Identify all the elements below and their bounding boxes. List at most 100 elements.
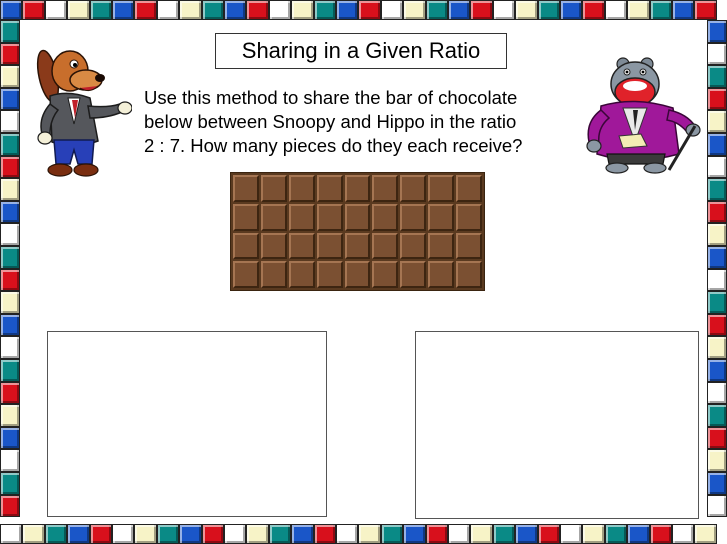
border-tile	[707, 449, 727, 472]
chocolate-piece	[456, 261, 482, 288]
dog-cartoon-icon	[36, 49, 132, 177]
border-tile	[0, 43, 20, 65]
chocolate-piece	[233, 261, 259, 288]
border-tile	[707, 404, 727, 427]
chocolate-piece	[344, 232, 371, 260]
chocolate-piece	[316, 232, 343, 260]
border-tile	[403, 0, 426, 20]
border-tile	[0, 336, 20, 359]
border-tile	[336, 0, 358, 20]
chocolate-piece	[400, 203, 427, 231]
chocolate-bar	[230, 172, 485, 291]
border-tile	[134, 0, 157, 20]
chocolate-piece	[456, 175, 482, 202]
border-tile	[627, 524, 650, 544]
chocolate-piece	[316, 261, 343, 288]
border-tile	[448, 0, 470, 20]
border-tile	[0, 246, 20, 269]
border-tile	[707, 382, 727, 404]
instructions-line-2: below between Snoopy and Hippo in the ra…	[144, 111, 517, 132]
border-tile	[560, 0, 582, 20]
instructions-line-3: 2 : 7. How many pieces do they each rece…	[144, 135, 523, 156]
slide-title: Sharing in a Given Ratio	[215, 33, 507, 69]
chocolate-piece	[400, 175, 427, 202]
border-tile	[0, 88, 20, 110]
snoopy-answer-box[interactable]	[47, 331, 327, 517]
chocolate-piece	[288, 175, 315, 202]
border-tile	[269, 524, 291, 544]
border-tile	[336, 524, 358, 544]
border-tile	[707, 201, 727, 223]
border-tile	[45, 524, 67, 544]
border-tile	[707, 246, 727, 269]
chocolate-piece	[316, 175, 343, 202]
instructions-text: Use this method to share the bar of choc…	[144, 86, 584, 158]
chocolate-piece	[288, 261, 315, 288]
border-tile	[22, 0, 45, 20]
border-tile	[426, 0, 448, 20]
border-tile	[0, 223, 20, 246]
chocolate-piece	[288, 203, 315, 231]
border-tile	[493, 524, 515, 544]
chocolate-piece	[233, 175, 259, 202]
border-tile	[707, 336, 727, 359]
border-tile	[0, 427, 20, 449]
border-tile	[381, 0, 403, 20]
border-tile	[707, 133, 727, 156]
border-tile	[157, 0, 179, 20]
border-tile	[707, 472, 727, 495]
border-tile	[314, 524, 336, 544]
border-tile	[112, 0, 134, 20]
chocolate-piece	[428, 203, 455, 231]
border-tile	[358, 524, 381, 544]
border-tile	[707, 65, 727, 88]
border-tile	[672, 0, 694, 20]
border-tile	[202, 0, 224, 20]
border-tile	[0, 20, 20, 43]
chocolate-piece	[288, 232, 315, 260]
border-tile	[0, 291, 20, 314]
border-tile	[22, 524, 45, 544]
border-tile	[707, 110, 727, 133]
chocolate-piece	[260, 203, 287, 231]
chocolate-piece	[456, 203, 482, 231]
chocolate-piece	[372, 203, 399, 231]
border-tile	[224, 524, 246, 544]
border-tile	[493, 0, 515, 20]
chocolate-piece	[233, 232, 259, 260]
border-tile	[605, 524, 627, 544]
chocolate-piece	[400, 261, 427, 288]
chocolate-piece	[372, 232, 399, 260]
border-tile	[707, 178, 727, 201]
border-tile	[67, 524, 90, 544]
border-tile	[403, 524, 426, 544]
border-tile	[291, 0, 314, 20]
border-tile	[246, 524, 269, 544]
border-tile	[627, 0, 650, 20]
hippo-cartoon-icon	[586, 57, 701, 174]
border-tile	[0, 201, 20, 223]
border-tile	[0, 404, 20, 427]
border-tile	[672, 524, 694, 544]
border-tile	[448, 524, 470, 544]
instructions-line-1: Use this method to share the bar of choc…	[144, 87, 518, 108]
border-tile	[707, 269, 727, 291]
border-tile	[0, 359, 20, 382]
border-tile	[179, 524, 202, 544]
border-tile	[707, 291, 727, 314]
border-tile	[90, 524, 112, 544]
border-tile	[0, 269, 20, 291]
border-tile	[426, 524, 448, 544]
border-tile	[0, 156, 20, 178]
border-tile	[582, 0, 605, 20]
border-tile	[246, 0, 269, 20]
border-tile	[134, 524, 157, 544]
slide: Sharing in a Given Ratio Use this method…	[0, 0, 727, 544]
border-tile	[45, 0, 67, 20]
border-tile	[707, 359, 727, 382]
border-tile	[112, 524, 134, 544]
border-tile	[470, 0, 493, 20]
border-tile	[694, 0, 717, 20]
hippo-answer-box[interactable]	[415, 331, 699, 519]
chocolate-piece	[372, 261, 399, 288]
